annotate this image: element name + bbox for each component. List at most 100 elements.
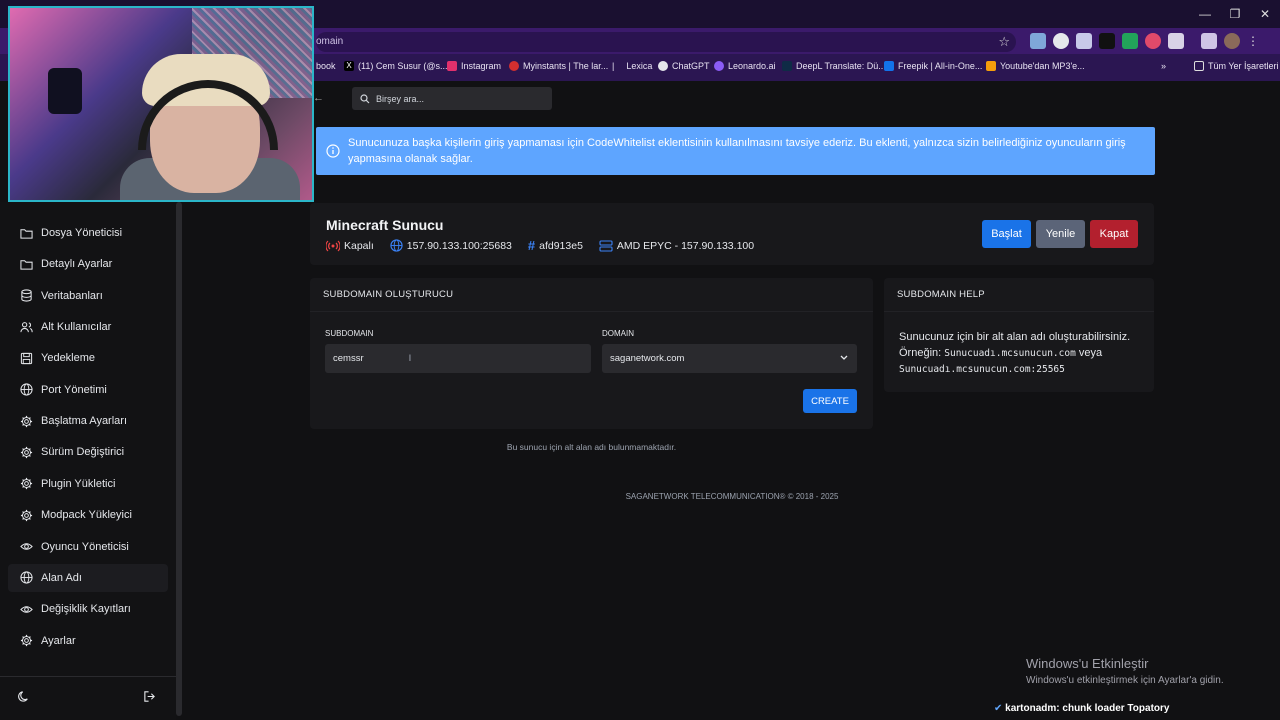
leonardo-icon bbox=[714, 61, 724, 71]
bookmark-item[interactable]: Freepik | All-in-One... bbox=[884, 61, 982, 71]
help-line: Sunucunuz için bir alt alan adı oluştura… bbox=[899, 331, 1131, 343]
globe-icon bbox=[390, 239, 403, 252]
logout-icon[interactable] bbox=[143, 690, 156, 703]
chat-message: chunk loader Topatory bbox=[1062, 703, 1170, 714]
sidebar-item-label: Sürüm Değiştirici bbox=[41, 446, 125, 459]
myinstants-icon bbox=[509, 61, 519, 71]
server-address: 157.90.133.100:25683 bbox=[390, 239, 512, 252]
bookmark-item[interactable]: Myinstants | The lar... bbox=[509, 61, 608, 71]
sidebar-item[interactable]: Sürüm Değiştirici bbox=[8, 438, 168, 466]
sidebar-item[interactable]: Veritabanları bbox=[8, 282, 168, 310]
folder-icon bbox=[20, 227, 33, 240]
server-node: AMD EPYC - 157.90.133.100 bbox=[599, 240, 754, 252]
activation-title: Windows'u Etkinleştir bbox=[1026, 656, 1149, 671]
bookmark-item[interactable]: Instagram bbox=[447, 61, 501, 71]
start-button[interactable]: Başlat bbox=[982, 220, 1031, 248]
minimize-icon[interactable]: — bbox=[1190, 0, 1220, 28]
gear-icon bbox=[20, 509, 33, 522]
chevron-down-icon bbox=[840, 355, 848, 360]
chat-user: kartonadm: bbox=[1005, 703, 1060, 714]
sidebar-item[interactable]: Dosya Yöneticisi bbox=[8, 219, 168, 247]
sidebar-item-label: Yedekleme bbox=[41, 352, 96, 365]
extension-icon[interactable] bbox=[1053, 33, 1069, 49]
sidebar-item-label: Değişiklik Kayıtları bbox=[41, 603, 131, 616]
panel-title: SUBDOMAIN OLUŞTURUCU bbox=[323, 289, 454, 300]
window-controls: — ❐ ✕ bbox=[1190, 0, 1280, 28]
divider bbox=[884, 311, 1154, 312]
server-icon bbox=[599, 239, 613, 252]
domain-select[interactable]: saganetwork.com bbox=[602, 344, 857, 373]
info-icon bbox=[326, 144, 340, 158]
globe-icon bbox=[20, 571, 33, 584]
sidebar-item[interactable]: Değişiklik Kayıtları bbox=[8, 595, 168, 623]
mp3-icon bbox=[986, 61, 996, 71]
avatar[interactable] bbox=[1224, 33, 1240, 49]
create-button[interactable]: CREATE bbox=[803, 389, 857, 413]
sidebar-item-label: Port Yönetimi bbox=[41, 383, 107, 396]
shield-icon[interactable] bbox=[1076, 33, 1092, 49]
sidebar-item-label: Alt Kullanıcılar bbox=[41, 321, 112, 334]
empty-state-text: Bu sunucu için alt alan adı bulunmamakta… bbox=[506, 442, 677, 452]
moon-icon[interactable] bbox=[18, 690, 31, 703]
menu-icon[interactable] bbox=[1201, 33, 1217, 49]
bookmark-item[interactable]: X (11) Cem Susur (@s... bbox=[344, 61, 448, 71]
extension-icons: ⋮ bbox=[1030, 33, 1263, 49]
sidebar-item-label: Modpack Yükleyici bbox=[41, 509, 132, 522]
sidebar-item[interactable]: Detaylı Ayarlar bbox=[8, 250, 168, 278]
sidebar-item[interactable]: Plugin Yükletici bbox=[8, 470, 168, 498]
extension-icon[interactable] bbox=[1145, 33, 1161, 49]
subdomain-input[interactable]: cemssr I bbox=[325, 344, 591, 373]
shield-icon[interactable] bbox=[1122, 33, 1138, 49]
sidebar-item-label: Alan Adı bbox=[41, 571, 82, 584]
deepl-icon bbox=[782, 61, 792, 71]
alert-text: Sunucunuza başka kişilerin giriş yapmama… bbox=[348, 137, 1126, 165]
url-field[interactable]: omain ☆ bbox=[316, 32, 1016, 52]
sidebar-item[interactable]: Alt Kullanıcılar bbox=[8, 313, 168, 341]
sidebar-item[interactable]: Port Yönetimi bbox=[8, 376, 168, 404]
stop-button[interactable]: Kapat bbox=[1090, 220, 1138, 248]
search-input[interactable]: Birşey ara... bbox=[352, 87, 552, 110]
bookmark-item[interactable]: Youtube'dan MP3'e... bbox=[986, 61, 1085, 71]
eye-icon bbox=[20, 540, 33, 553]
help-example: Örneğin: Sunucuadı.mcsunucun.com veya bbox=[899, 347, 1103, 359]
server-meta: Kapalı 157.90.133.100:25683 # afd913e5 A… bbox=[326, 238, 754, 253]
activation-subtitle: Windows'u etkinleştirmek için Ayarlar'a … bbox=[1026, 675, 1224, 686]
windows-activation-watermark: Windows'u Etkinleştir Windows'u etkinleş… bbox=[1026, 656, 1224, 686]
webcam-overlay bbox=[8, 6, 314, 202]
help-example-port: Sunucuadı.mcsunucun.com:25565 bbox=[899, 364, 1065, 375]
help-text: Sunucunuz için bir alt alan adı oluştura… bbox=[899, 329, 1149, 378]
sidebar-item[interactable]: Yedekleme bbox=[8, 344, 168, 372]
puzzle-icon[interactable] bbox=[1168, 33, 1184, 49]
sidebar-item[interactable]: Ayarlar bbox=[8, 627, 168, 655]
sidebar-item-label: Veritabanları bbox=[41, 289, 103, 302]
panel-title: SUBDOMAIN HELP bbox=[897, 289, 985, 300]
kebab-icon[interactable]: ⋮ bbox=[1247, 33, 1263, 49]
bookmark-item[interactable]: DeepL Translate: Dü... bbox=[782, 61, 886, 71]
extension-icon[interactable] bbox=[1099, 33, 1115, 49]
save-icon bbox=[20, 352, 33, 365]
all-bookmarks[interactable]: Tüm Yer İşaretleri bbox=[1194, 61, 1279, 71]
x-icon: X bbox=[344, 61, 354, 71]
search-icon bbox=[360, 93, 370, 103]
back-arrow-icon[interactable]: ← bbox=[313, 92, 324, 104]
sidebar-scrollbar[interactable] bbox=[176, 202, 182, 716]
sidebar-item[interactable]: Alan Adı bbox=[8, 563, 168, 592]
sidebar-item[interactable]: Modpack Yükleyici bbox=[8, 501, 168, 529]
bookmark-item[interactable]: book bbox=[316, 61, 336, 71]
restore-icon[interactable]: ❐ bbox=[1220, 0, 1250, 28]
bookmark-item[interactable]: | Lexica bbox=[612, 61, 652, 71]
extension-icon[interactable] bbox=[1030, 33, 1046, 49]
close-icon[interactable]: ✕ bbox=[1250, 0, 1280, 28]
globe-icon bbox=[20, 383, 33, 396]
bookmark-item[interactable]: Leonardo.ai bbox=[714, 61, 776, 71]
database-icon bbox=[20, 289, 33, 302]
more-bookmarks-icon[interactable]: » bbox=[1161, 61, 1166, 71]
star-icon[interactable]: ☆ bbox=[998, 32, 1010, 52]
restart-button[interactable]: Yenile bbox=[1036, 220, 1085, 248]
sidebar-item-label: Başlatma Ayarları bbox=[41, 415, 128, 428]
bookmark-item[interactable]: ChatGPT bbox=[658, 61, 710, 71]
subdomain-label: SUBDOMAIN bbox=[325, 329, 374, 338]
sidebar-item[interactable]: Başlatma Ayarları bbox=[8, 407, 168, 435]
info-alert: Sunucunuza başka kişilerin giriş yapmama… bbox=[316, 127, 1155, 175]
sidebar-item[interactable]: Oyuncu Yöneticisi bbox=[8, 533, 168, 561]
